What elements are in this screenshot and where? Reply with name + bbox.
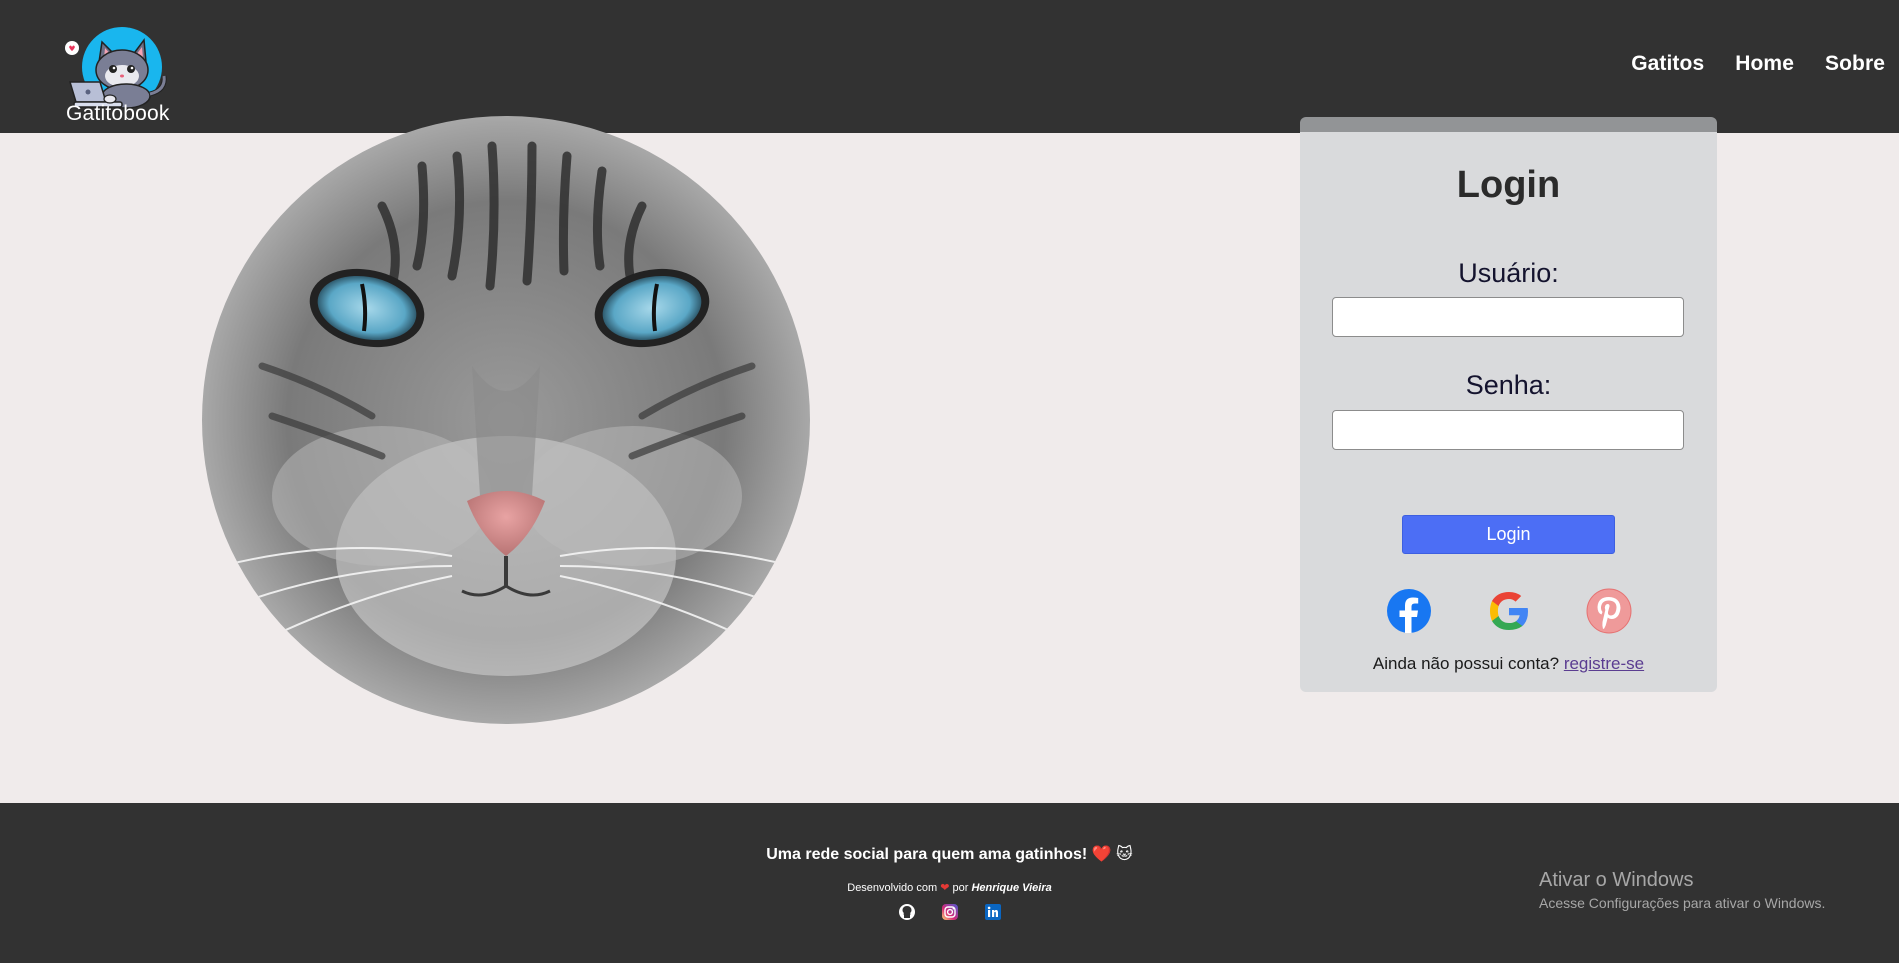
linkedin-icon[interactable] [984, 903, 1002, 921]
activation-title: Ativar o Windows [1539, 869, 1694, 891]
nav-link-home[interactable]: Home [1735, 52, 1794, 76]
pinterest-icon[interactable] [1586, 588, 1632, 634]
login-button[interactable]: Login [1402, 515, 1615, 554]
register-text: Ainda não possui conta? [1372, 654, 1560, 673]
nav-link-sobre[interactable]: Sobre [1825, 52, 1885, 76]
google-icon[interactable] [1486, 588, 1532, 634]
footer-tagline: Uma rede social para quem ama gatinhos! … [0, 844, 1899, 864]
register-prompt: Ainda não possui conta? registre-se [1300, 654, 1717, 674]
dev-by: por [952, 882, 969, 894]
main-nav: Gatitos Home Sobre [1615, 52, 1899, 76]
cat-photo [202, 116, 810, 724]
password-label: Senha: [1465, 370, 1552, 400]
nav-link-gatitos[interactable]: Gatitos [1631, 52, 1704, 76]
heart-cat-emoji: ❤️ 🐱 [1091, 846, 1133, 863]
cat-laptop-icon [65, 37, 167, 109]
brand-logo[interactable]: Gatitobook [62, 24, 174, 126]
login-title: Login [1456, 164, 1561, 206]
site-header: Gatitobook Gatitos Home Sobre [0, 0, 1899, 133]
dev-author: Henrique Vieira [971, 882, 1052, 894]
register-link[interactable]: registre-se [1564, 654, 1644, 673]
login-card: Login Usuário: Senha: Login Ainda não po… [1300, 117, 1717, 692]
username-label: Usuário: [1458, 258, 1559, 288]
password-input[interactable] [1332, 410, 1684, 450]
dev-prefix: Desenvolvido com [847, 882, 938, 894]
instagram-icon[interactable] [941, 903, 959, 921]
username-input[interactable] [1332, 297, 1684, 337]
heart-icon: ❤ [940, 882, 950, 894]
windows-activation-watermark: Ativar o Windows Acesse Configurações pa… [1539, 869, 1825, 911]
tagline-text: Uma rede social para quem ama gatinhos! [766, 846, 1088, 863]
brand-name: Gatitobook [66, 102, 170, 125]
activation-subtitle: Acesse Configurações para ativar o Windo… [1539, 895, 1826, 911]
github-icon[interactable] [898, 903, 916, 921]
facebook-icon[interactable] [1386, 588, 1432, 634]
